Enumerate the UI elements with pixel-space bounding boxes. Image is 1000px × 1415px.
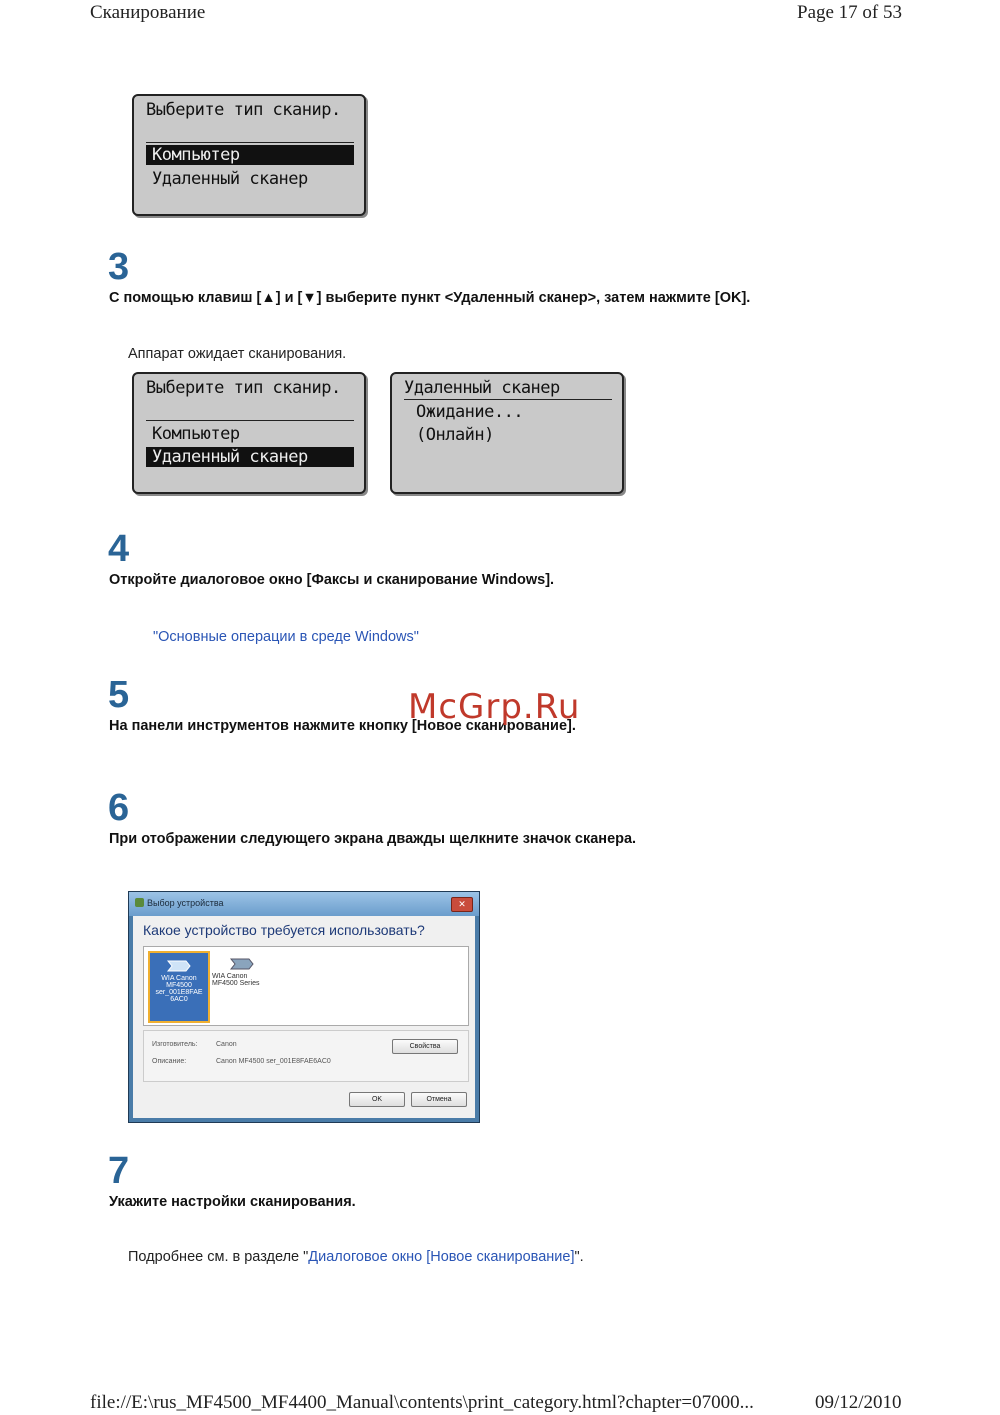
step-number-6: 6 <box>108 787 130 829</box>
new-scan-dialog-link[interactable]: Диалоговое окно [Новое сканирование] <box>308 1249 574 1265</box>
dialog-close-button[interactable]: ✕ <box>451 897 473 912</box>
device-item-selected[interactable]: WIA Canon MF4500 ser_001E8FAE 6AC0 <box>148 951 210 1023</box>
lcd-divider <box>146 142 354 143</box>
device-info-panel: Изготовитель: Canon Описание: Canon MF45… <box>143 1030 469 1082</box>
lcd-heading: Выберите тип сканир. <box>146 378 341 398</box>
step-number-7: 7 <box>108 1150 130 1192</box>
lcd-item-remote-scanner-selected: Удаленный сканер <box>146 447 354 467</box>
description-value: Canon MF4500 ser_001E8FAE6AC0 <box>216 1058 331 1065</box>
footer-date: 09/12/2010 <box>815 1392 902 1413</box>
footer-file-path: file://E:\rus_MF4500_MF4400_Manual\conte… <box>90 1392 754 1413</box>
device-label: WIA Canon MF4500 ser_001E8FAE 6AC0 <box>155 975 203 1003</box>
device-selection-dialog: Выбор устройства ✕ Какое устройство треб… <box>128 891 480 1123</box>
lcd-screen-scan-type-remote: Выберите тип сканир. Компьютер Удаленный… <box>132 372 366 494</box>
scanner-icon <box>166 959 192 973</box>
scanner-app-icon <box>135 898 144 907</box>
lcd-screen-scan-type: Выберите тип сканир. Компьютер Удаленный… <box>132 94 366 216</box>
device-item[interactable]: WIA Canon MF4500 Series <box>212 951 272 1019</box>
lcd-status-waiting: Ожидание... <box>416 402 524 422</box>
scanner-icon <box>229 957 255 971</box>
step-7-instruction: Укажите настройки сканирования. <box>109 1194 356 1210</box>
step-3-instruction: С помощью клавиш [▲] и [▼] выберите пунк… <box>109 290 751 306</box>
step-7-note: Подробнее см. в разделе "Диалоговое окно… <box>128 1249 584 1265</box>
step-6-instruction: При отображении следующего экрана дважды… <box>109 831 637 847</box>
properties-button[interactable]: Свойства <box>392 1039 458 1054</box>
page-header-title: Сканирование <box>90 2 206 23</box>
step-7-note-suffix: ". <box>574 1249 584 1265</box>
cancel-button[interactable]: Отмена <box>411 1092 467 1107</box>
lcd-screen-remote-waiting: Удаленный сканер Ожидание... (Онлайн) <box>390 372 624 494</box>
device-list: WIA Canon MF4500 ser_001E8FAE 6AC0 WIA C… <box>143 946 469 1026</box>
step-7-note-prefix: Подробнее см. в разделе " <box>128 1249 309 1265</box>
dialog-body: Какое устройство требуется использовать?… <box>133 916 475 1118</box>
step-4-instruction: Откройте диалоговое окно [Факсы и сканир… <box>109 572 555 588</box>
lcd-item-computer-selected: Компьютер <box>146 145 354 165</box>
manufacturer-label: Изготовитель: <box>152 1041 198 1048</box>
device-label: WIA Canon MF4500 Series <box>212 973 260 987</box>
lcd-heading: Удаленный сканер <box>404 378 560 398</box>
lcd-divider <box>146 420 354 421</box>
ok-button[interactable]: OK <box>349 1092 405 1107</box>
manufacturer-value: Canon <box>216 1041 237 1048</box>
lcd-heading: Выберите тип сканир. <box>146 100 341 120</box>
windows-basic-operations-link[interactable]: "Основные операции в среде Windows" <box>153 629 419 645</box>
watermark: McGrp.Ru <box>408 687 581 727</box>
dialog-question: Какое устройство требуется использовать? <box>143 922 425 938</box>
dialog-title: Выбор устройства <box>147 898 224 908</box>
step-number-4: 4 <box>108 528 130 570</box>
step-number-3: 3 <box>108 246 130 288</box>
lcd-item-computer: Компьютер <box>152 424 240 444</box>
lcd-item-remote-scanner: Удаленный сканер <box>152 169 308 189</box>
lcd-divider <box>404 399 612 400</box>
step-number-5: 5 <box>108 674 130 716</box>
page-counter: Page 17 of 53 <box>797 2 903 23</box>
lcd-status-online: (Онлайн) <box>416 425 494 445</box>
description-label: Описание: <box>152 1058 187 1065</box>
step-3-note: Аппарат ожидает сканирования. <box>128 346 347 362</box>
dialog-titlebar: Выбор устройства ✕ <box>129 892 479 916</box>
